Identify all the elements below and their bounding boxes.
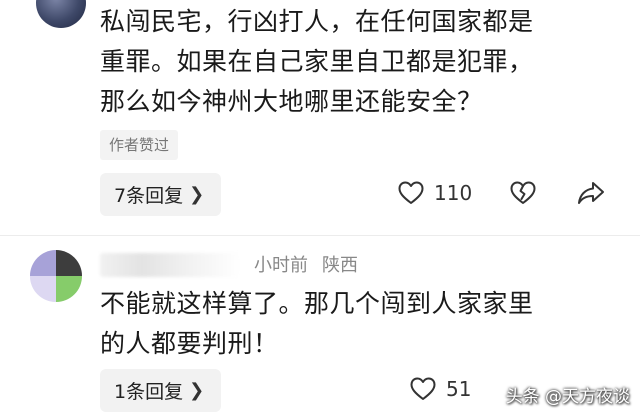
- avatar[interactable]: [30, 250, 82, 302]
- comment-text: 不能就这样算了。那几个闯到人家家里 的人都要判刑！: [100, 284, 620, 364]
- comment-line: 的人都要判刑！: [100, 329, 279, 358]
- comment-meta: 小时前 陕西: [254, 253, 358, 279]
- heart-icon: [410, 377, 436, 400]
- comment-time: 小时前: [254, 255, 308, 276]
- comment-line: 不能就这样算了。那几个闯到人家家里: [100, 289, 534, 318]
- comment-line: 那么如今神州大地哪里还能安全？: [100, 87, 483, 116]
- avatar[interactable]: [36, 0, 86, 28]
- comment-text: 私闯民宅，行凶打人，在任何国家都是 重罪。如果在自己家里自卫都是犯罪， 那么如今…: [100, 2, 620, 122]
- dislike-button[interactable]: [510, 181, 536, 205]
- author-liked-badge: 作者赞过: [100, 130, 179, 160]
- broken-heart-icon: [510, 181, 536, 204]
- comment-thread: 私闯民宅，行凶打人，在任何国家都是 重罪。如果在自己家里自卫都是犯罪， 那么如今…: [0, 0, 640, 415]
- like-count: 110: [434, 181, 473, 205]
- share-arrow-icon: [578, 182, 604, 204]
- like-button[interactable]: 110: [398, 181, 472, 205]
- comment-line: 重罪。如果在自己家里自卫都是犯罪，: [100, 47, 534, 76]
- heart-icon: [398, 181, 424, 204]
- replies-count-label: 1条回复: [114, 381, 184, 403]
- chevron-right-icon: ❯: [189, 184, 205, 205]
- like-count: 51: [446, 377, 472, 401]
- replies-count-label: 7条回复: [114, 185, 184, 207]
- view-replies-button[interactable]: 7条回复 ❯: [100, 173, 221, 216]
- like-button[interactable]: 51: [410, 377, 471, 401]
- username-blurred[interactable]: [100, 253, 240, 277]
- watermark: 头条 @天方夜谈: [505, 387, 630, 407]
- share-button[interactable]: [577, 181, 605, 205]
- divider: [0, 235, 640, 236]
- comment-line: 私闯民宅，行凶打人，在任何国家都是: [100, 7, 534, 36]
- view-replies-button[interactable]: 1条回复 ❯: [100, 369, 221, 412]
- chevron-right-icon: ❯: [189, 380, 205, 401]
- comment-location: 陕西: [322, 255, 358, 276]
